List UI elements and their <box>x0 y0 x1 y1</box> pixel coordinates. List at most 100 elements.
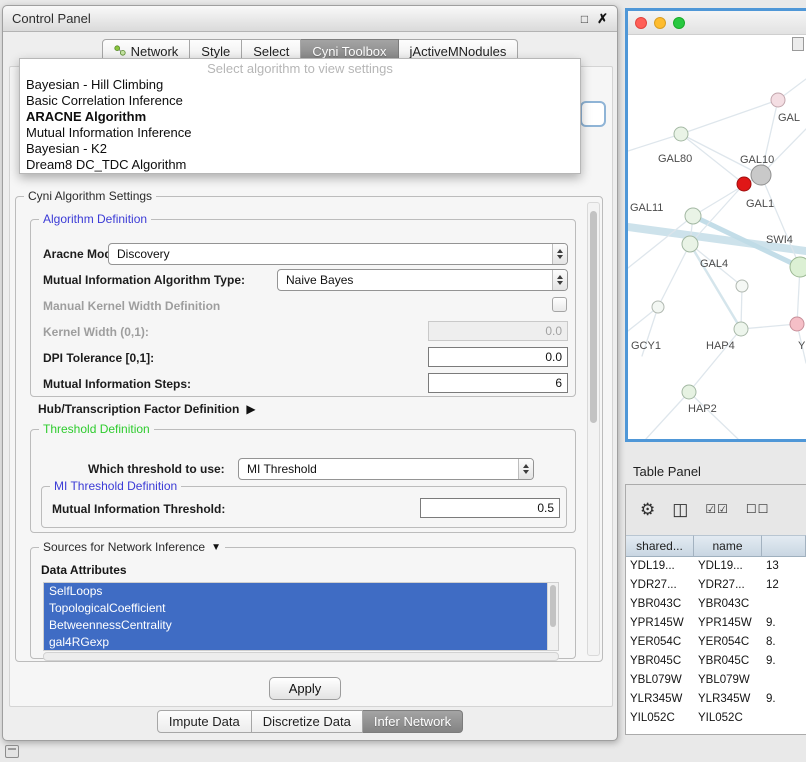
data-attribute-item-gal4rgexp[interactable]: gal4RGexp <box>44 634 547 651</box>
attributes-list-scrollbar[interactable] <box>547 583 558 650</box>
table-row[interactable]: YDL19...YDL19...13 <box>626 557 806 576</box>
network-window-titlebar[interactable] <box>628 11 806 35</box>
network-edge[interactable] <box>646 392 689 439</box>
table-cell: YPR145W <box>694 614 762 633</box>
network-edge[interactable] <box>689 329 741 392</box>
algorithm-option-bayesian-k2[interactable]: Bayesian - K2 <box>20 141 580 157</box>
network-icon <box>114 44 126 59</box>
sources-title-row[interactable]: Sources for Network Inference ▼ <box>39 540 225 554</box>
collapsed-panel-icon[interactable] <box>5 745 19 758</box>
network-edge[interactable] <box>689 392 738 439</box>
close-window-icon[interactable]: ✗ <box>597 11 608 27</box>
algorithm-option-basic-correlation-inference[interactable]: Basic Correlation Inference <box>20 93 580 109</box>
mi-algorithm-type-value: Naive Bayes <box>278 273 552 287</box>
network-node-label: GCY1 <box>631 340 661 352</box>
table-row[interactable]: YBL079WYBL079W <box>626 671 806 690</box>
algorithm-definition-group: Algorithm Definition Aracne Mode: Discov… <box>30 219 576 397</box>
hub-definition-toggle[interactable]: Hub/Transcription Factor Definition ▶ <box>38 402 256 416</box>
table-row[interactable]: YIL052CYIL052C <box>626 709 806 728</box>
network-edge[interactable] <box>658 244 690 307</box>
algorithm-option-bayesian-hill-climbing[interactable]: Bayesian - Hill Climbing <box>20 77 580 93</box>
which-threshold-label: Which threshold to use: <box>88 462 225 476</box>
birdseye-toggle[interactable] <box>792 37 804 51</box>
network-node-right-large[interactable] <box>790 257 806 277</box>
tab-label: Network <box>131 44 179 59</box>
dpi-tolerance-label: DPI Tolerance [0,1]: <box>43 351 154 365</box>
aracne-mode-select[interactable]: Discovery <box>108 243 568 265</box>
network-edge[interactable] <box>690 244 741 329</box>
attributes-list-hscrollbar[interactable] <box>43 652 559 661</box>
table-body: YDL19...YDL19...13YDR27...YDR27...12YBR0… <box>626 557 806 734</box>
float-window-icon[interactable]: □ <box>581 12 588 26</box>
table-row[interactable]: YER054CYER054C8. <box>626 633 806 652</box>
table-row[interactable]: YDR27...YDR27...12 <box>626 576 806 595</box>
network-canvas[interactable]: GALGAL80GAL10GAL11GAL1SWI4GAL4GCY1HAP4YH… <box>628 11 806 439</box>
select-all-columns-icon[interactable]: ☑☑ <box>705 503 729 515</box>
dpi-tolerance-input[interactable]: 0.0 <box>428 347 568 367</box>
network-node-pink-top[interactable] <box>771 93 785 107</box>
tab-infer-network[interactable]: Infer Network <box>363 710 463 733</box>
threshold-definition-title: Threshold Definition <box>39 422 154 436</box>
network-node-gal1[interactable] <box>685 208 701 224</box>
network-node-label: SWI4 <box>766 234 793 246</box>
column-header-shared[interactable]: shared... <box>626 535 694 557</box>
network-node-hap4[interactable] <box>734 322 748 336</box>
algorithm-option-mutual-information-inference[interactable]: Mutual Information Inference <box>20 125 580 141</box>
mac-zoom-icon[interactable] <box>673 17 685 29</box>
mac-close-icon[interactable] <box>635 17 647 29</box>
algorithm-option-dream8-dc-tdc-algorithm[interactable]: Dream8 DC_TDC Algorithm <box>20 157 580 173</box>
algorithm-select-partial[interactable] <box>580 101 606 127</box>
table-row[interactable]: YPR145WYPR145W9. <box>626 614 806 633</box>
data-attribute-item-betweennesscentrality[interactable]: BetweennessCentrality <box>44 617 547 634</box>
manual-kernel-width-checkbox[interactable] <box>552 297 567 312</box>
control-panel-window: Control Panel □ ✗ NetworkStyleSelectCyni… <box>2 5 618 741</box>
column-header-col2[interactable] <box>762 535 806 557</box>
data-attributes-list[interactable]: SelfLoopsTopologicalCoefficientBetweenne… <box>43 582 559 651</box>
apply-button[interactable]: Apply <box>269 677 341 700</box>
table-row[interactable]: YBR045CYBR045C9. <box>626 652 806 671</box>
data-attribute-item-topologicalcoefficient[interactable]: TopologicalCoefficient <box>44 600 547 617</box>
table-cell: 8. <box>762 633 806 652</box>
table-toolbar: ⚙ ◫ ☑☑ ☐☐ <box>640 491 769 527</box>
deselect-all-columns-icon[interactable]: ☐☐ <box>746 503 770 515</box>
titlebar-icons: □ ✗ <box>581 11 608 27</box>
column-header-name[interactable]: name <box>694 535 762 557</box>
table-row[interactable]: YLR345WYLR345W9. <box>626 690 806 709</box>
network-node-small-white-2[interactable] <box>652 301 664 313</box>
scrollbar-thumb[interactable] <box>590 211 597 423</box>
tab-label: Style <box>201 44 230 59</box>
data-attribute-item-selfloops[interactable]: SelfLoops <box>44 583 547 600</box>
columns-icon[interactable]: ◫ <box>672 501 688 518</box>
scrollbar-thumb[interactable] <box>550 585 556 627</box>
sources-title: Sources for Network Inference <box>43 540 205 554</box>
network-node-gal4[interactable] <box>682 236 698 252</box>
network-node-pink-right[interactable] <box>790 317 804 331</box>
network-node-red[interactable] <box>737 177 751 191</box>
network-node-label: HAP4 <box>706 340 735 352</box>
network-node-gal10[interactable] <box>751 165 771 185</box>
network-edge[interactable] <box>741 324 797 329</box>
control-panel-titlebar[interactable]: Control Panel □ ✗ <box>3 6 617 32</box>
tab-impute-data[interactable]: Impute Data <box>157 710 252 733</box>
network-edge[interactable] <box>681 100 778 134</box>
tab-discretize-data[interactable]: Discretize Data <box>252 710 363 733</box>
network-node-small-white-1[interactable] <box>736 280 748 292</box>
network-node-hap2[interactable] <box>682 385 696 399</box>
algorithm-option-aracne-algorithm[interactable]: ARACNE Algorithm <box>20 109 580 125</box>
mi-steps-input[interactable]: 6 <box>428 373 568 393</box>
table-row[interactable]: YBR043CYBR043C <box>626 595 806 614</box>
expand-arrow-icon: ▶ <box>246 402 255 416</box>
mi-threshold-input[interactable]: 0.5 <box>420 498 560 518</box>
table-cell: YBL079W <box>694 671 762 690</box>
mi-algorithm-type-select[interactable]: Naive Bayes <box>277 269 568 291</box>
network-edge[interactable] <box>628 134 681 151</box>
mac-minimize-icon[interactable] <box>654 17 666 29</box>
table-cell: YBR045C <box>694 652 762 671</box>
table-cell: YLR345W <box>694 690 762 709</box>
which-threshold-select[interactable]: MI Threshold <box>238 458 534 480</box>
table-cell: YIL052C <box>694 709 762 728</box>
gear-icon[interactable]: ⚙ <box>640 501 655 518</box>
network-node-label: GAL11 <box>630 202 663 214</box>
settings-scrollbar[interactable] <box>587 202 600 656</box>
network-node-gal80[interactable] <box>674 127 688 141</box>
